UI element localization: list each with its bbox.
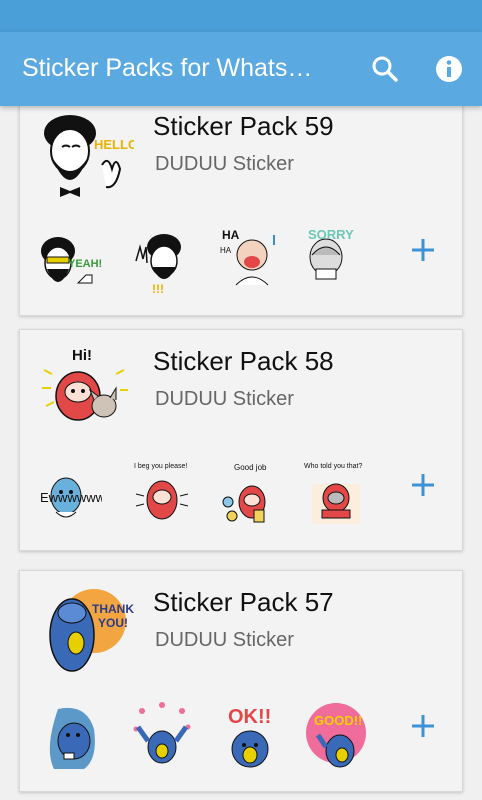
svg-text:Who told you that?: Who told you that? — [304, 463, 362, 470]
sticker-preview: Who told you that? — [304, 463, 362, 524]
sticker-preview: YEAH! — [41, 237, 102, 284]
add-to-whatsapp-button[interactable] — [408, 235, 438, 265]
svg-text:I beg you please!: I beg you please! — [134, 463, 187, 470]
sticker-preview: I beg you please! — [134, 463, 189, 520]
svg-text:THANK: THANK — [92, 602, 134, 616]
svg-text:Hi!: Hi! — [72, 347, 92, 364]
plus-icon — [412, 715, 434, 737]
app-title: Sticker Packs for Whats… — [22, 54, 313, 82]
add-to-whatsapp-button[interactable] — [408, 711, 438, 741]
sticker-preview: OK!! — [228, 706, 271, 768]
sticker-preview: GOOD!! — [306, 703, 366, 768]
pack-author: DUDUU Sticker — [155, 388, 294, 410]
info-button[interactable] — [432, 52, 466, 86]
sticker-preview: !!! — [135, 234, 181, 295]
sticker-preview: HA HA — [220, 228, 275, 286]
svg-text:Ewwwwww: Ewwwwww — [40, 490, 102, 505]
tray-sticker-image: THANK YOU! — [49, 589, 134, 672]
add-to-whatsapp-button[interactable] — [408, 470, 438, 500]
search-button[interactable] — [368, 52, 402, 86]
pack-name: Sticker Pack 59 — [153, 111, 334, 141]
sticker-pack-card[interactable]: THANK YOU! Sticker Pack 57 DUDUU Sticker… — [19, 570, 463, 792]
plus-icon — [412, 474, 434, 496]
search-icon — [372, 56, 398, 82]
sticker-preview: SORRY — [308, 227, 354, 280]
sticker-pack-card[interactable]: Hi! Sticker Pack 58 DUDUU Sticker Ewwwww… — [19, 329, 463, 551]
svg-text:!!!: !!! — [152, 282, 164, 295]
svg-text:YOU!: YOU! — [98, 616, 128, 630]
tray-sticker-image: Hi! — [42, 347, 128, 421]
svg-text:Good job: Good job — [234, 463, 267, 472]
pack-author: DUDUU Sticker — [155, 153, 294, 175]
pack-author: DUDUU Sticker — [155, 629, 294, 651]
plus-icon — [412, 239, 434, 261]
pack-name: Sticker Pack 57 — [153, 587, 334, 617]
pack-name: Sticker Pack 58 — [153, 346, 334, 376]
sticker-preview: Ewwwwww — [40, 477, 102, 518]
svg-text:YEAH!: YEAH! — [68, 258, 102, 270]
svg-text:OK!!: OK!! — [228, 706, 271, 728]
svg-text:HELLO!: HELLO! — [94, 137, 134, 152]
svg-text:GOOD!!: GOOD!! — [314, 713, 362, 728]
sticker-pack-list[interactable]: HELLO! Sticker Pack 59 DUDUU Sticker YEA… — [0, 106, 482, 800]
sticker-preview — [49, 707, 95, 769]
svg-text:SORRY: SORRY — [308, 227, 354, 242]
info-icon — [436, 56, 462, 82]
status-bar — [0, 0, 482, 32]
svg-text:HA: HA — [220, 246, 232, 255]
sticker-preview: Good job — [222, 463, 267, 523]
tray-sticker-image: HELLO! — [44, 115, 134, 197]
sticker-pack-card[interactable]: HELLO! Sticker Pack 59 DUDUU Sticker YEA… — [19, 106, 463, 316]
app-bar: Sticker Packs for Whats… — [0, 32, 482, 106]
sticker-preview — [133, 702, 191, 764]
svg-text:HA: HA — [222, 228, 240, 242]
